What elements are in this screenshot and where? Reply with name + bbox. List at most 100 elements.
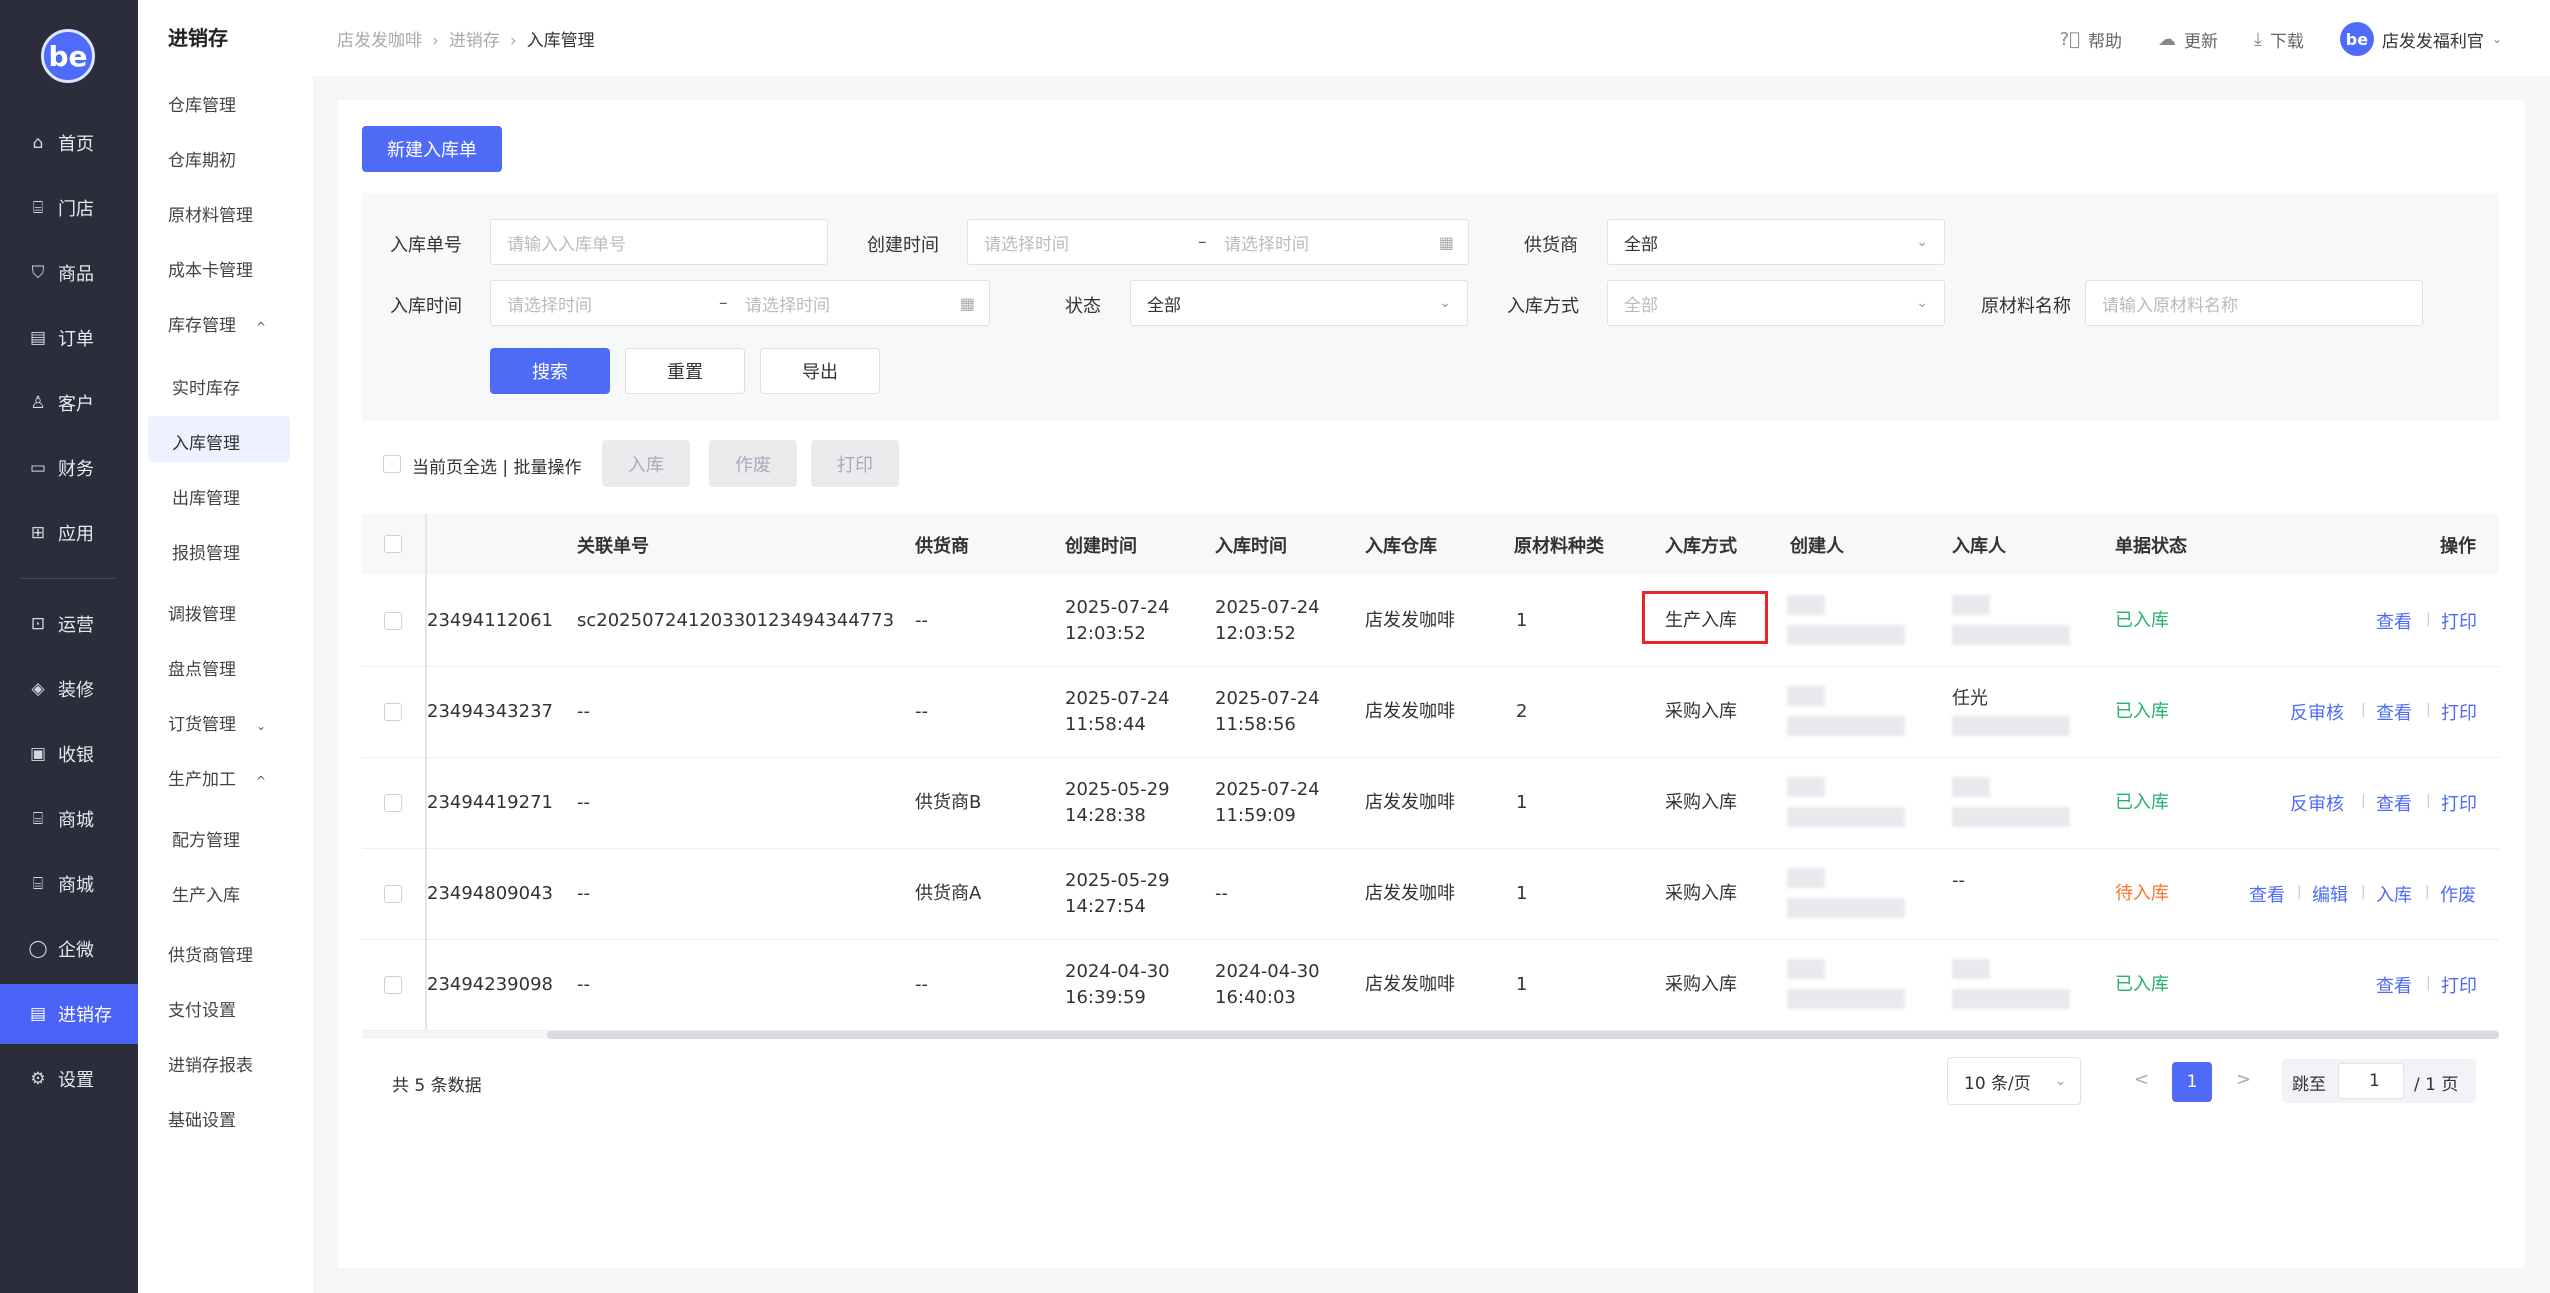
nav-item-mall-2[interactable]: ⌸ 商城 xyxy=(0,854,138,914)
nav-item-apps[interactable]: ⊞ 应用 xyxy=(0,503,138,563)
next-page-button[interactable]: > xyxy=(2236,1069,2251,1090)
redacted-receiver-phone xyxy=(1952,715,2070,736)
batch-stockin-button[interactable]: 入库 xyxy=(602,440,690,487)
action-link[interactable]: 查看 xyxy=(2376,790,2412,816)
status-select[interactable]: 全部 ⌄ xyxy=(1130,280,1468,326)
cloud-download-icon: ☁ xyxy=(2157,28,2176,50)
page-size-select[interactable]: 10 条/页 ⌄ xyxy=(1947,1057,2081,1105)
nav-item-order[interactable]: ▤ 订单 xyxy=(0,308,138,368)
action-link[interactable]: 打印 xyxy=(2441,699,2477,725)
row-checkbox[interactable] xyxy=(384,611,402,630)
cell-created-time: 2024-04-30 16:39:59 xyxy=(1065,959,1170,1011)
breadcrumb-item[interactable]: 进销存 xyxy=(449,31,500,51)
select-all-checkbox[interactable] xyxy=(383,455,401,473)
secondary-menu: 进销存 xyxy=(138,0,313,1293)
redacted-creator-phone xyxy=(1787,988,1905,1009)
jump-to-page: 跳至 1 / 1 页 xyxy=(2282,1059,2476,1103)
horizontal-scrollbar[interactable] xyxy=(547,1031,2499,1039)
action-link[interactable]: 查看 xyxy=(2376,608,2412,634)
action-separator: | xyxy=(2426,792,2431,809)
page-1-button[interactable]: 1 xyxy=(2172,1062,2212,1102)
nav-item-wecom[interactable]: ◯ 企微 xyxy=(0,919,138,979)
submenu-item[interactable]: 支付设置 xyxy=(168,996,236,1021)
action-link[interactable]: 入库 xyxy=(2376,881,2412,907)
submenu-item-label: 原材料管理 xyxy=(168,206,253,226)
submenu-item[interactable]: 仓库期初 xyxy=(168,146,236,171)
nav-item-decoration[interactable]: ◈ 装修 xyxy=(0,659,138,719)
submenu-item[interactable]: 基础设置 xyxy=(168,1106,236,1131)
user-menu[interactable]: be 店发发福利官 ⌄ xyxy=(2339,22,2502,56)
nav-item-home[interactable]: ⌂ 首页 xyxy=(0,113,138,173)
method-select[interactable]: 全部 ⌄ xyxy=(1607,280,1945,326)
jump-input[interactable]: 1 xyxy=(2338,1063,2404,1099)
row-checkbox[interactable] xyxy=(384,884,402,903)
submenu-item[interactable]: 配方管理 xyxy=(172,826,240,851)
batch-print-button[interactable]: 打印 xyxy=(811,440,899,487)
stockin-clock: 12:03:52 xyxy=(1215,622,1296,644)
submenu-item[interactable]: 库存管理 ^ xyxy=(168,311,266,336)
breadcrumb-item[interactable]: 店发发咖啡 xyxy=(337,31,422,51)
download-button[interactable]: ⤓ 下载 xyxy=(2254,27,2304,52)
submenu-item[interactable]: 调拨管理 xyxy=(168,600,236,625)
submenu-item-label: 支付设置 xyxy=(168,1001,236,1021)
header-checkbox[interactable] xyxy=(384,535,402,553)
cell-stockin-time: 2025-07-24 11:59:09 xyxy=(1215,777,1320,829)
action-link[interactable]: 查看 xyxy=(2376,972,2412,998)
nav-item-inventory[interactable]: ▤ 进销存 xyxy=(0,984,138,1044)
submenu-item[interactable]: 盘点管理 xyxy=(168,655,236,680)
action-link[interactable]: 作废 xyxy=(2440,881,2476,907)
supplier-value: 全部 xyxy=(1624,234,1658,255)
submenu-item[interactable]: 入库管理 xyxy=(172,429,240,454)
submenu-item[interactable]: 成本卡管理 xyxy=(168,256,253,281)
stockin-time-range[interactable]: 请选择时间 – 请选择时间 ▦ xyxy=(490,280,990,326)
create-time-range[interactable]: 请选择时间 – 请选择时间 ▦ xyxy=(967,219,1469,265)
submenu-item[interactable]: 实时库存 xyxy=(172,374,240,399)
submenu-item-label: 配方管理 xyxy=(172,831,240,851)
nav-item-operation[interactable]: ⊡ 运营 xyxy=(0,594,138,654)
cell-order-no: 23494419271 xyxy=(427,791,553,813)
gear-icon: ⚙ xyxy=(30,1069,46,1089)
row-checkbox[interactable] xyxy=(384,702,402,721)
help-button[interactable]: ?⃝ 帮助 xyxy=(2060,27,2122,52)
search-button[interactable]: 搜索 xyxy=(490,348,610,394)
action-link[interactable]: 打印 xyxy=(2441,608,2477,634)
update-button[interactable]: ☁ 更新 xyxy=(2158,27,2218,52)
action-link[interactable]: 查看 xyxy=(2249,881,2285,907)
order-no-input[interactable]: 请输入入库单号 xyxy=(490,219,828,265)
row-checkbox[interactable] xyxy=(384,793,402,812)
nav-item-goods[interactable]: ⛉ 商品 xyxy=(0,243,138,303)
new-stockin-button[interactable]: 新建入库单 xyxy=(362,126,502,172)
stockin-date: -- xyxy=(1215,882,1228,904)
submenu-item[interactable]: 报损管理 xyxy=(172,539,240,564)
action-link[interactable]: 打印 xyxy=(2441,790,2477,816)
submenu-item-label: 入库管理 xyxy=(172,434,240,454)
submenu-item[interactable]: 仓库管理 xyxy=(168,91,236,116)
material-input[interactable]: 请输入原材料名称 xyxy=(2085,280,2423,326)
prev-page-button[interactable]: < xyxy=(2134,1069,2149,1090)
nav-item-finance[interactable]: ▭ 财务 xyxy=(0,438,138,498)
submenu-item[interactable]: 生产加工 ^ xyxy=(168,765,266,790)
submenu-item[interactable]: 生产入库 xyxy=(172,881,240,906)
action-link[interactable]: 打印 xyxy=(2441,972,2477,998)
reset-button[interactable]: 重置 xyxy=(625,348,745,394)
row-checkbox[interactable] xyxy=(384,975,402,994)
nav-item-store[interactable]: ⌸ 门店 xyxy=(0,178,138,238)
supplier-select[interactable]: 全部 ⌄ xyxy=(1607,219,1945,265)
submenu-item[interactable]: 进销存报表 xyxy=(168,1051,253,1076)
submenu-item[interactable]: 出库管理 xyxy=(172,484,240,509)
nav-item-settings[interactable]: ⚙ 设置 xyxy=(0,1049,138,1109)
batch-void-button[interactable]: 作废 xyxy=(709,440,797,487)
submenu-item[interactable]: 供货商管理 xyxy=(168,941,253,966)
action-link[interactable]: 反审核 xyxy=(2290,699,2344,725)
nav-item-mall[interactable]: ⌸ 商城 xyxy=(0,789,138,849)
export-button[interactable]: 导出 xyxy=(760,348,880,394)
nav-item-cashier[interactable]: ▣ 收银 xyxy=(0,724,138,784)
action-link[interactable]: 编辑 xyxy=(2312,881,2348,907)
nav-item-customer[interactable]: ♙ 客户 xyxy=(0,373,138,433)
action-link[interactable]: 查看 xyxy=(2376,699,2412,725)
calendar-icon: ▦ xyxy=(1438,232,1454,252)
submenu-item[interactable]: 原材料管理 xyxy=(168,201,253,226)
submenu-item[interactable]: 订货管理 ⌄ xyxy=(168,710,266,735)
action-link[interactable]: 反审核 xyxy=(2290,790,2344,816)
method-placeholder: 全部 xyxy=(1624,295,1658,316)
